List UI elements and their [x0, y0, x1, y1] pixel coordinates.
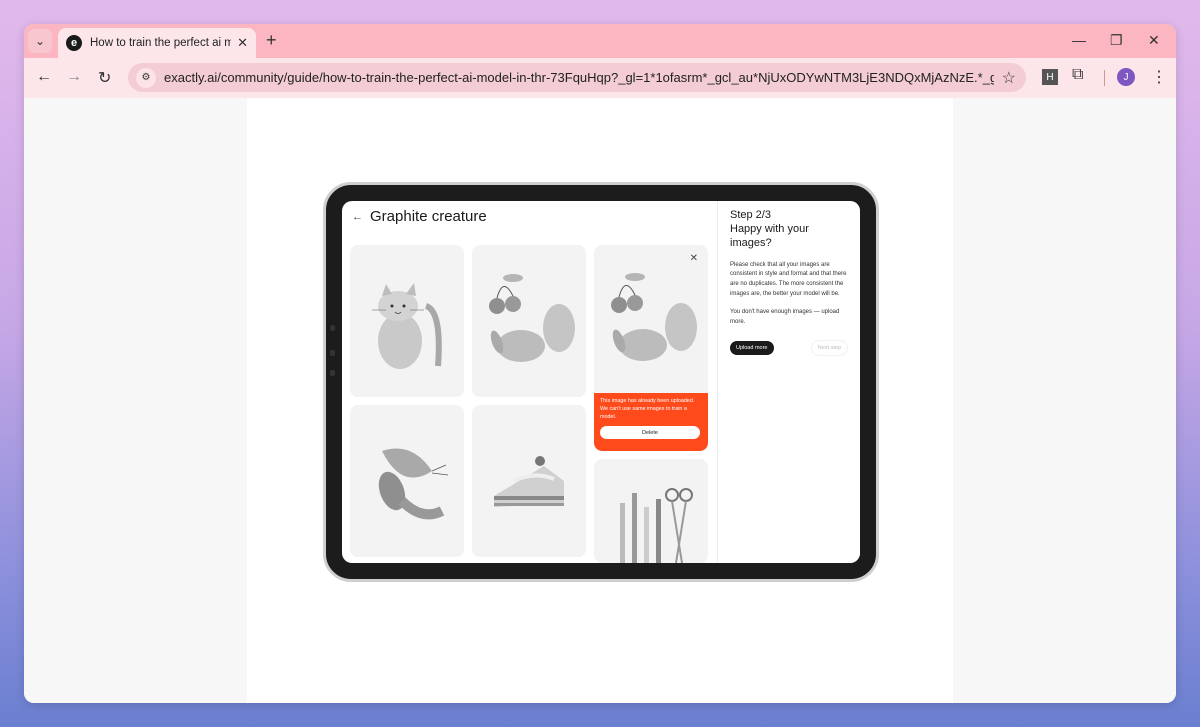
reload-icon[interactable]: ↻ — [98, 68, 111, 88]
page-viewport: ← Graphite creature ✕ This image has alr… — [24, 98, 1176, 703]
next-step-button[interactable]: Next step — [810, 339, 848, 356]
close-icon[interactable]: ✕ — [237, 35, 248, 51]
flower-illustration — [378, 448, 449, 520]
minimize-icon[interactable]: — — [1072, 32, 1086, 48]
tab-bar: ⌄ e How to train the perfect ai model ✕ … — [24, 24, 1176, 58]
close-icon[interactable]: ✕ — [690, 253, 698, 264]
image-card-fruits[interactable] — [472, 245, 586, 397]
fruits-illustration-duplicate — [611, 273, 697, 361]
puzzle-icon[interactable]: ⧉ — [1072, 66, 1083, 84]
cat-illustration — [372, 283, 442, 369]
avatar[interactable]: J — [1117, 68, 1135, 86]
tab-title: How to train the perfect ai model — [90, 37, 232, 49]
duplicate-warning: This image has already been uploaded. We… — [594, 393, 708, 451]
arrow-right-icon[interactable]: → — [66, 68, 82, 86]
description: Please check that all your images are co… — [730, 261, 847, 298]
tablet-camera — [330, 325, 335, 331]
image-card-pens[interactable] — [594, 459, 708, 563]
image-card-cat[interactable] — [350, 245, 464, 397]
restore-icon[interactable]: ❐ — [1110, 32, 1123, 49]
address-bar[interactable]: ⚙ exactly.ai/community/guide/how-to-trai… — [128, 63, 1026, 92]
star-icon[interactable]: ☆ — [1002, 68, 1016, 88]
favicon-icon: e — [66, 35, 82, 51]
browser-window: ⌄ e How to train the perfect ai model ✕ … — [24, 24, 1176, 703]
toolbar-divider — [1104, 70, 1105, 86]
arrow-left-icon[interactable]: ← — [36, 68, 52, 86]
action-buttons: Upload more Next step — [730, 339, 848, 356]
step-indicator: Step 2/3 — [730, 209, 771, 221]
cake-illustration — [494, 456, 564, 507]
pens-illustration — [620, 488, 693, 563]
close-window-icon[interactable]: ✕ — [1148, 32, 1160, 49]
delete-button[interactable]: Delete — [600, 426, 700, 440]
chevron-down-icon[interactable]: ⌄ — [28, 29, 52, 53]
plus-icon[interactable]: + — [266, 30, 277, 51]
fruits-illustration — [489, 274, 575, 362]
toolbar: ← → ↻ ⚙ exactly.ai/community/guide/how-t… — [24, 58, 1176, 98]
description-more: You don't have enough images — upload mo… — [730, 309, 840, 326]
image-grid: ✕ This image has already been uploaded. … — [350, 245, 710, 563]
tablet-sensor-2 — [330, 370, 335, 376]
article-page: ← Graphite creature ✕ This image has alr… — [247, 98, 953, 703]
side-panel: Step 2/3 Happy with your images? Please … — [717, 201, 860, 563]
image-card-duplicate[interactable]: ✕ This image has already been uploaded. … — [594, 245, 708, 451]
warning-text: This image has already been uploaded. We… — [600, 398, 695, 420]
tab-active[interactable]: e How to train the perfect ai model ✕ — [58, 28, 256, 58]
upload-more-button[interactable]: Upload more — [730, 340, 774, 355]
arrow-left-icon[interactable]: ← — [352, 211, 363, 223]
image-card-flower[interactable] — [350, 405, 464, 557]
image-card-cake[interactable] — [472, 405, 586, 557]
url-text[interactable]: exactly.ai/community/guide/how-to-train-… — [164, 70, 994, 85]
headline: Happy with your images? — [730, 223, 809, 250]
tablet-mockup: ← Graphite creature ✕ This image has alr… — [323, 182, 879, 582]
kebab-icon[interactable]: ⋮ — [1151, 67, 1167, 87]
page-title: Graphite creature — [370, 208, 487, 225]
extension-h-icon[interactable]: H — [1042, 69, 1058, 85]
tablet-sensor — [330, 350, 335, 356]
tablet-screen: ← Graphite creature ✕ This image has alr… — [342, 201, 860, 563]
site-info-icon[interactable]: ⚙ — [136, 67, 156, 88]
